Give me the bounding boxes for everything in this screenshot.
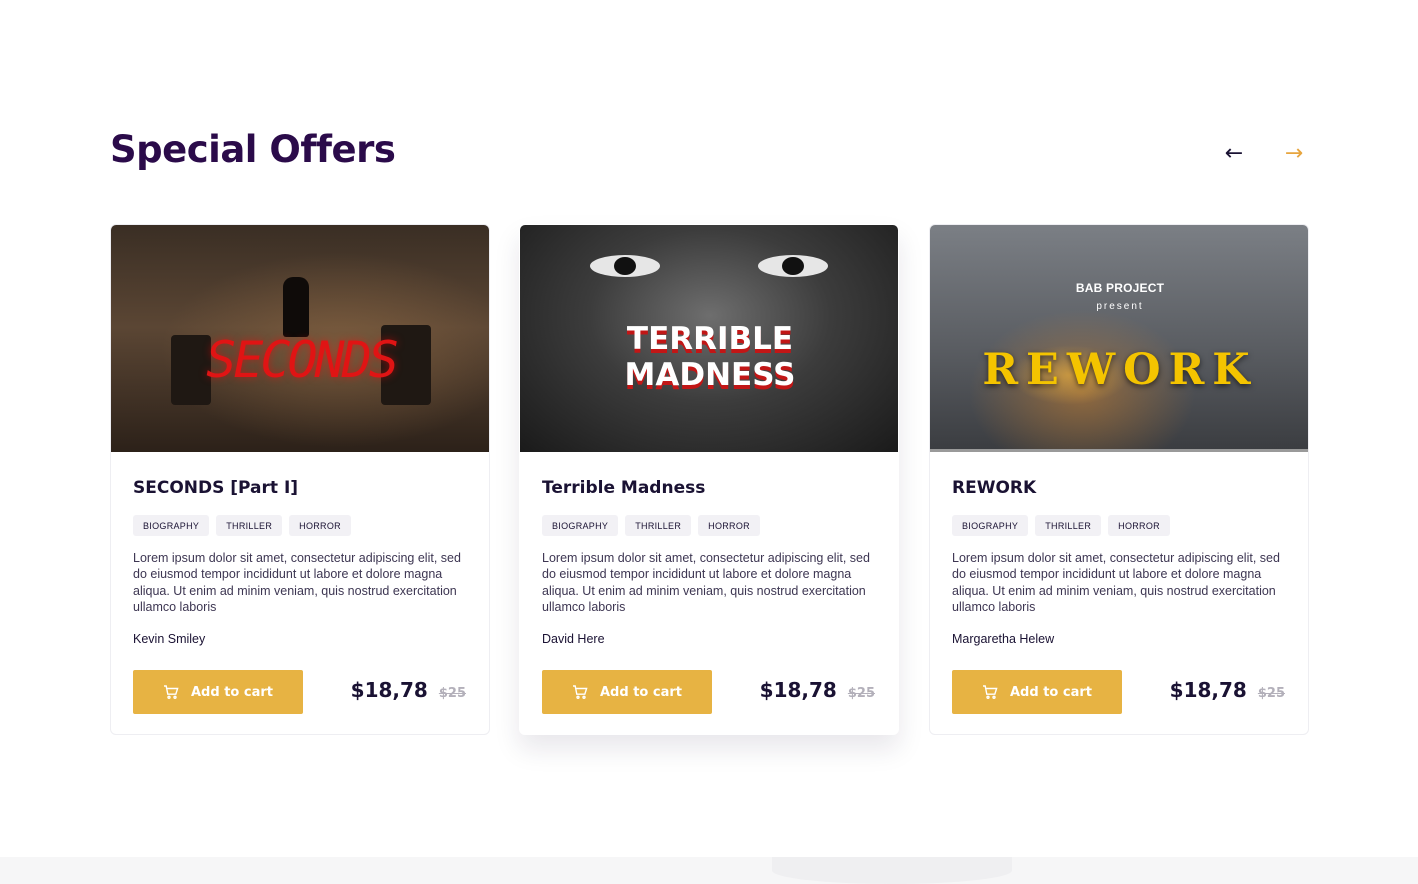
- cover-art-eye: [758, 255, 828, 277]
- cover-present: present: [1096, 301, 1144, 312]
- tag-list: BIOGRAPHY THRILLER HORROR: [952, 515, 1170, 536]
- tag-biography[interactable]: BIOGRAPHY: [952, 515, 1029, 536]
- book-author: David Here: [542, 632, 605, 646]
- book-card[interactable]: TERRIBLE MADNESS Terrible Madness BIOGRA…: [519, 224, 899, 735]
- add-to-cart-button[interactable]: Add to cart: [542, 670, 712, 714]
- book-card-list: SECONDS SECONDS [Part I] BIOGRAPHY THRIL…: [110, 224, 1310, 736]
- book-title[interactable]: SECONDS [Part I]: [133, 478, 298, 498]
- cart-icon: [164, 685, 179, 700]
- cover-art-eye: [590, 255, 660, 277]
- tag-horror[interactable]: HORROR: [1108, 515, 1170, 536]
- cover-title-line: TERRIBLE: [626, 321, 794, 357]
- book-cover-image[interactable]: SECONDS: [111, 225, 489, 452]
- tag-biography[interactable]: BIOGRAPHY: [133, 515, 210, 536]
- book-description: Lorem ipsum dolor sit amet, consectetur …: [542, 551, 870, 614]
- cart-icon: [983, 685, 998, 700]
- original-price: $25: [847, 686, 875, 701]
- cover-title-line: MADNESS: [624, 357, 796, 393]
- original-price: $25: [438, 686, 466, 701]
- current-price: $18,78: [1169, 678, 1247, 702]
- tag-horror[interactable]: HORROR: [698, 515, 760, 536]
- tag-horror[interactable]: HORROR: [289, 515, 351, 536]
- add-to-cart-label: Add to cart: [1010, 684, 1092, 700]
- carousel-nav: ← →: [1218, 138, 1310, 170]
- book-title[interactable]: Terrible Madness: [542, 478, 705, 498]
- add-to-cart-button[interactable]: Add to cart: [133, 670, 303, 714]
- book-card[interactable]: SECONDS SECONDS [Part I] BIOGRAPHY THRIL…: [110, 224, 490, 735]
- price-block: $18,78 $25: [1170, 678, 1285, 702]
- tag-thriller[interactable]: THRILLER: [1035, 515, 1102, 536]
- cover-title: REWORK: [982, 345, 1258, 395]
- original-price: $25: [1257, 686, 1285, 701]
- tag-list: BIOGRAPHY THRILLER HORROR: [133, 515, 351, 536]
- add-to-cart-label: Add to cart: [191, 684, 273, 700]
- cover-art-eyes: [580, 255, 840, 285]
- special-offers-section: Special Offers ← → SECONDS SECONDS [Part…: [0, 0, 1418, 884]
- cart-icon: [573, 685, 588, 700]
- book-title[interactable]: REWORK: [952, 478, 1036, 498]
- next-button[interactable]: →: [1278, 138, 1310, 170]
- book-card[interactable]: BAB PROJECT present REWORK REWORK BIOGRA…: [929, 224, 1309, 735]
- book-cover-image[interactable]: TERRIBLE MADNESS: [520, 225, 898, 452]
- price-block: $18,78 $25: [351, 678, 466, 702]
- arrow-right-icon: →: [1284, 141, 1304, 166]
- book-author: Margaretha Helew: [952, 632, 1055, 646]
- add-to-cart-button[interactable]: Add to cart: [952, 670, 1122, 714]
- price-block: $18,78 $25: [760, 678, 875, 702]
- book-cover-image[interactable]: BAB PROJECT present REWORK: [930, 225, 1308, 452]
- tag-thriller[interactable]: THRILLER: [216, 515, 283, 536]
- add-to-cart-label: Add to cart: [600, 684, 682, 700]
- tag-thriller[interactable]: THRILLER: [625, 515, 692, 536]
- footer-decoration: [772, 857, 1012, 884]
- cover-title: SECONDS: [206, 331, 399, 389]
- book-author: Kevin Smiley: [133, 632, 206, 646]
- tag-list: BIOGRAPHY THRILLER HORROR: [542, 515, 760, 536]
- cover-brand: BAB PROJECT: [1075, 281, 1165, 295]
- book-description: Lorem ipsum dolor sit amet, consectetur …: [133, 551, 461, 614]
- tag-biography[interactable]: BIOGRAPHY: [542, 515, 619, 536]
- prev-button[interactable]: ←: [1218, 138, 1250, 170]
- book-description: Lorem ipsum dolor sit amet, consectetur …: [952, 551, 1280, 614]
- cover-art-figure: [283, 277, 309, 337]
- footer-band: [0, 857, 1418, 884]
- arrow-left-icon: ←: [1224, 141, 1244, 166]
- current-price: $18,78: [350, 678, 428, 702]
- cover-title: TERRIBLE MADNESS: [520, 321, 898, 393]
- current-price: $18,78: [759, 678, 837, 702]
- section-title: Special Offers: [110, 128, 396, 171]
